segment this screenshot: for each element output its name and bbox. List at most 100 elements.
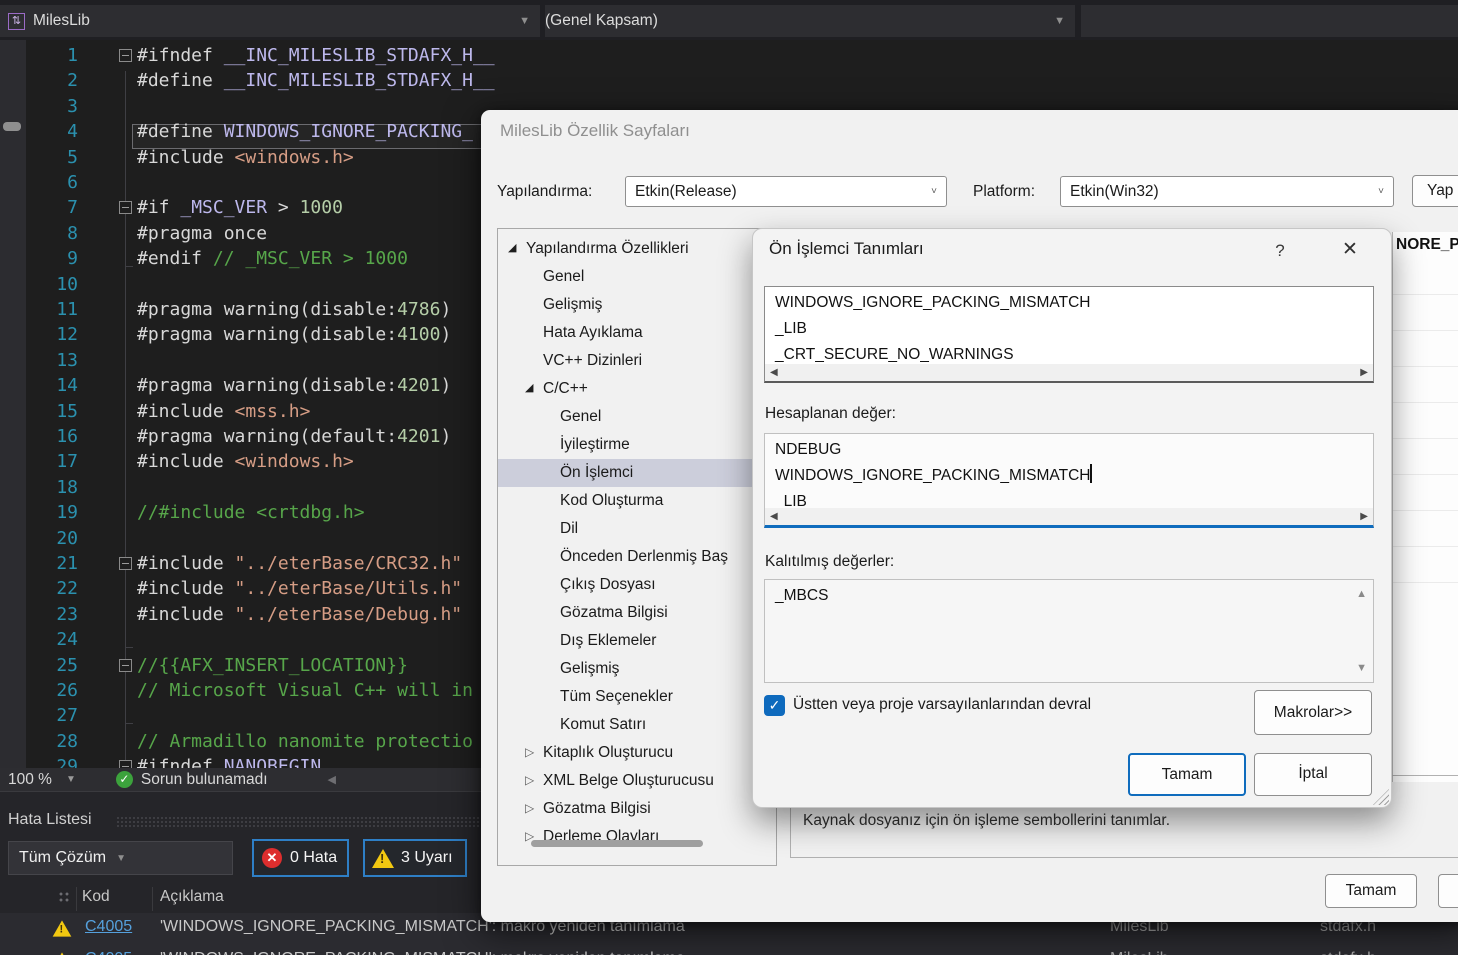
tree-item-label: Gözatma Bilgisi [543, 795, 651, 823]
fold-collapse-icon[interactable] [119, 49, 132, 62]
error-list-row[interactable]: C4005'WINDOWS_IGNORE_PACKING_MISMATCH': … [0, 945, 1458, 955]
tree-item-c-c-[interactable]: ◢C/C++ [498, 375, 776, 403]
code-line[interactable]: 2#define __INC_MILESLIB_STDAFX_H__ [0, 68, 1458, 93]
inherited-values-label: Kalıtılmış değerler: [765, 553, 894, 571]
scroll-left-arrow-icon[interactable]: ◀ [328, 773, 336, 786]
line-number: 27 [0, 703, 78, 728]
definitions-edit-box[interactable]: WINDOWS_IGNORE_PACKING_MISMATCH_LIB_CRT_… [764, 286, 1374, 383]
tree-item-kitapl-k-olu-turucu[interactable]: ▷Kitaplık Oluşturucu [498, 739, 776, 767]
member-dropdown[interactable] [1081, 5, 1458, 37]
scroll-right-arrow-icon[interactable]: ▶ [1360, 364, 1368, 381]
warnings-count-label: 3 Uyarı [401, 849, 453, 867]
line-number: 4 [0, 119, 78, 144]
code-text: //{{AFX_INSERT_LOCATION}} [137, 653, 408, 678]
macros-button[interactable]: Makrolar>> [1254, 690, 1372, 735]
inherit-checkbox[interactable]: ✓ [764, 695, 785, 716]
code-text: #endif // _MSC_VER > 1000 [137, 246, 408, 271]
fold-collapse-icon[interactable] [119, 201, 132, 214]
tree-collapsed-icon[interactable]: ▷ [525, 774, 534, 787]
tree-item-kod-olu-turma[interactable]: Kod Oluşturma [498, 487, 776, 515]
property-ok-button[interactable]: Tamam [1325, 874, 1417, 908]
column-grip-icon[interactable] [58, 891, 70, 904]
platform-dropdown[interactable]: Etkin(Win32) ˅ [1060, 176, 1394, 207]
line-number: 19 [0, 500, 78, 525]
close-icon[interactable]: ✕ [1333, 235, 1367, 265]
tree-item-g-zatma-bilgisi[interactable]: Gözatma Bilgisi [498, 599, 776, 627]
code-text: #define __INC_MILESLIB_STDAFX_H__ [137, 68, 495, 93]
tree-item-label: XML Belge Oluşturucusu [543, 767, 714, 795]
tree-item-vc-dizinleri[interactable]: VC++ Dizinleri [498, 347, 776, 375]
chevron-down-icon: ▼ [116, 853, 126, 864]
chevron-down-icon: ▼ [519, 15, 530, 27]
scroll-up-arrow-icon[interactable]: ▲ [1356, 588, 1367, 600]
horizontal-scrollbar[interactable]: ◀ ▶ [765, 508, 1373, 525]
tree-item-hata-ay-klama[interactable]: Hata Ayıklama [498, 319, 776, 347]
ok-button[interactable]: Tamam [1128, 753, 1246, 796]
configuration-manager-button[interactable]: Yap [1412, 175, 1458, 207]
tree-item-genel[interactable]: Genel [498, 403, 776, 431]
help-button[interactable]: ? [1265, 237, 1295, 265]
fold-guide-tick [125, 266, 133, 267]
error-list-title[interactable]: Hata Listesi [8, 811, 92, 829]
tree-item-g-zatma-bilgisi[interactable]: ▷ Gözatma Bilgisi [498, 795, 776, 823]
zoom-level[interactable]: 100 % [8, 771, 52, 789]
tree-item-geli-mi-[interactable]: Gelişmiş [498, 655, 776, 683]
scroll-left-arrow-icon[interactable]: ◀ [770, 508, 778, 525]
fold-collapse-icon[interactable] [119, 557, 132, 570]
tree-item-komut-sat-r-[interactable]: Komut Satırı [498, 711, 776, 739]
tree-item-label: Tüm Seçenekler [560, 683, 673, 711]
scroll-left-arrow-icon[interactable]: ◀ [770, 364, 778, 381]
tree-item-t-m-se-enekler[interactable]: Tüm Seçenekler [498, 683, 776, 711]
configuration-dropdown[interactable]: Etkin(Release) ˅ [625, 176, 947, 207]
warning-code-link[interactable]: C4005 [85, 950, 132, 955]
tree-item-i-yile-tirme[interactable]: İyileştirme [498, 431, 776, 459]
fold-collapse-icon[interactable] [119, 760, 132, 768]
column-header-description[interactable]: Açıklama [160, 888, 224, 906]
project-dropdown-value: MilesLib [33, 12, 90, 30]
tree-item-label: İyileştirme [560, 431, 630, 459]
warning-file: stdafx.h [1320, 950, 1376, 955]
tree-item-dil[interactable]: Dil [498, 515, 776, 543]
warning-code-link[interactable]: C4005 [85, 918, 132, 936]
cancel-button[interactable]: İptal [1254, 753, 1372, 796]
horizontal-scrollbar[interactable]: ◀ ▶ [765, 364, 1373, 381]
code-line[interactable]: 1#ifndef __INC_MILESLIB_STDAFX_H__ [0, 43, 1458, 68]
computed-value-box[interactable]: NDEBUGWINDOWS_IGNORE_PACKING_MISMATCH_LI… [764, 433, 1374, 528]
tree-item-d-eklemeler[interactable]: Dış Eklemeler [498, 627, 776, 655]
column-header-code[interactable]: Kod [82, 888, 110, 906]
scope-filter-dropdown[interactable]: Tüm Çözüm ▼ [8, 841, 233, 875]
tree-item-label: Ön İşlemci [560, 459, 633, 487]
inherited-values-box[interactable]: _MBCS ▲ ▼ [764, 579, 1374, 683]
tree-expanded-icon[interactable]: ◢ [508, 243, 516, 254]
code-text: #pragma warning(disable:4201) [137, 373, 451, 398]
tree-expanded-icon[interactable]: ◢ [525, 383, 533, 394]
tree-item-label: Kod Oluşturma [560, 487, 663, 515]
project-dropdown[interactable]: ⇅ MilesLib ▼ [0, 5, 540, 37]
chevron-down-icon[interactable]: ▼ [66, 774, 76, 785]
tree-item--nceden-derlenmi-ba-[interactable]: Önceden Derlenmiş Baş [498, 543, 776, 571]
property-cancel-button-clipped[interactable] [1438, 874, 1458, 908]
errors-toggle-button[interactable]: ✕ 0 Hata [252, 839, 349, 877]
tree-item-xml-belge-olu-turucusu[interactable]: ▷ XML Belge Oluşturucusu [498, 767, 776, 795]
tree-horizontal-scrollbar[interactable] [531, 840, 703, 847]
tree-item--k-dosyas-[interactable]: Çıkış Dosyası [498, 571, 776, 599]
tree-item-label: Çıkış Dosyası [560, 571, 656, 599]
fold-collapse-icon[interactable] [119, 659, 132, 672]
tree-item-genel[interactable]: Genel [498, 263, 776, 291]
tree-item-geli-mi-[interactable]: Gelişmiş [498, 291, 776, 319]
scope-dropdown[interactable]: (Genel Kapsam) ▼ [545, 5, 1075, 37]
tree-collapsed-icon[interactable]: ▷ [525, 802, 534, 815]
scroll-down-arrow-icon[interactable]: ▼ [1356, 662, 1367, 674]
tree-item--n-i-lemci[interactable]: Ön İşlemci [498, 459, 776, 487]
fold-guide-tick [125, 723, 133, 724]
warnings-toggle-button[interactable]: 3 Uyarı [363, 839, 467, 877]
code-text: #ifndef NANOBEGIN [137, 754, 321, 768]
code-text: //#include <crtdbg.h> [137, 500, 365, 525]
tree-collapsed-icon[interactable]: ▷ [525, 746, 534, 759]
resize-grip[interactable] [1373, 789, 1389, 805]
code-text: #include "../eterBase/Utils.h" [137, 576, 462, 601]
tree-item-yap-land-rma-zellikleri[interactable]: ◢Yapılandırma Özellikleri [498, 235, 776, 263]
scroll-right-arrow-icon[interactable]: ▶ [1360, 508, 1368, 525]
code-text: #include "../eterBase/CRC32.h" [137, 551, 462, 576]
line-number: 21 [0, 551, 78, 576]
